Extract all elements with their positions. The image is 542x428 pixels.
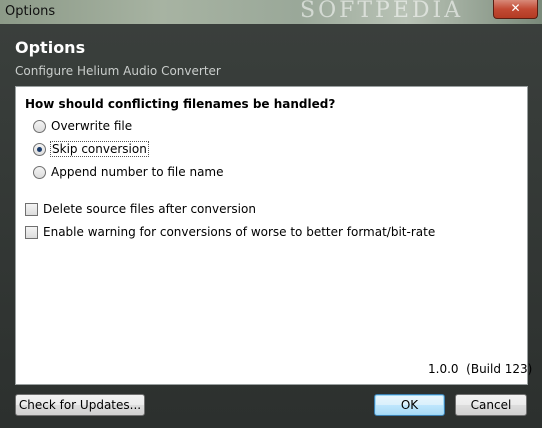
radio-button[interactable] [33,119,46,133]
radio-label: Skip conversion [50,141,149,157]
cancel-button[interactable]: Cancel [455,394,527,416]
checkbox-label: Enable warning for conversions of worse … [43,225,436,239]
checkbox-delete-source[interactable]: Delete source files after conversion [25,201,256,217]
checkbox-label: Delete source files after conversion [43,202,256,216]
radio-button-selected[interactable] [33,142,46,156]
close-button[interactable]: ✕ [493,0,538,19]
checkbox[interactable] [25,225,38,239]
radio-append-number[interactable]: Append number to file name [33,164,224,180]
ok-button[interactable]: OK [374,394,445,416]
version-label: 1.0.0 (Build 123) [428,362,533,376]
title-bar: Options SOFTPEDIA ✕ [0,0,542,24]
dialog-title: Options [15,38,86,57]
radio-label: Append number to file name [51,165,224,179]
checkbox[interactable] [25,202,38,216]
radio-button[interactable] [33,165,46,179]
check-updates-button[interactable]: Check for Updates... [15,394,145,416]
radio-overwrite-file[interactable]: Overwrite file [33,118,132,134]
conflict-question: How should conflicting filenames be hand… [25,97,336,111]
watermark-text: SOFTPEDIA [300,0,464,23]
window-title: Options [5,4,56,19]
radio-label: Overwrite file [51,119,133,133]
radio-skip-conversion[interactable]: Skip conversion [33,141,149,157]
dialog-subtitle: Configure Helium Audio Converter [15,64,221,78]
checkbox-enable-warning[interactable]: Enable warning for conversions of worse … [25,224,435,240]
